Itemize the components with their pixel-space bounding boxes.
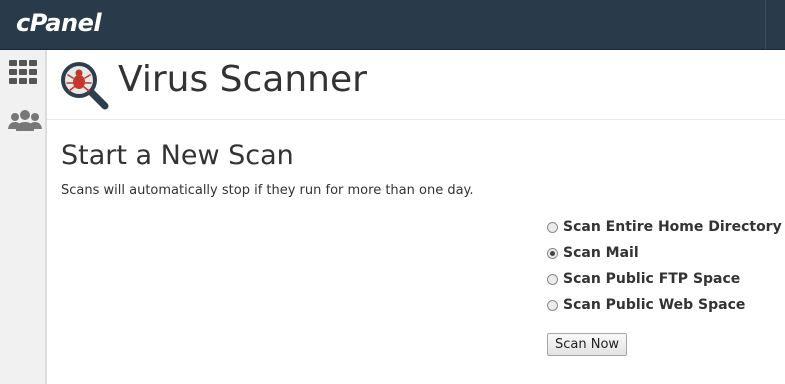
users-icon[interactable] — [8, 109, 42, 135]
option-label: Scan Mail — [563, 245, 639, 261]
option-label: Scan Entire Home Directory — [563, 219, 782, 235]
topbar-divider — [765, 0, 766, 49]
radio-public-web[interactable] — [547, 299, 558, 311]
scan-option-mail[interactable]: Scan Mail — [547, 240, 782, 266]
grid-icon[interactable] — [8, 59, 38, 85]
section-description: Scans will automatically stop if they ru… — [61, 183, 474, 198]
sidebar — [0, 50, 47, 384]
scan-option-public-web[interactable]: Scan Public Web Space — [547, 292, 782, 318]
virus-scanner-icon — [59, 60, 111, 112]
page-title: Virus Scanner — [118, 59, 367, 100]
scan-now-button[interactable]: Scan Now — [547, 333, 628, 356]
option-label: Scan Public FTP Space — [563, 271, 741, 287]
option-label: Scan Public Web Space — [563, 297, 746, 313]
radio-mail[interactable] — [547, 247, 558, 259]
section-heading: Start a New Scan — [61, 140, 294, 171]
scan-options: Scan Entire Home Directory Scan Mail Sca… — [547, 214, 782, 318]
cpanel-logo[interactable]: cPanel — [16, 9, 102, 37]
radio-public-ftp[interactable] — [547, 273, 558, 285]
top-navigation-bar: cPanel — [0, 0, 785, 50]
page-header: Virus Scanner — [47, 50, 785, 120]
main-content: Virus Scanner Start a New Scan Scans wil… — [47, 50, 785, 384]
scan-option-public-ftp[interactable]: Scan Public FTP Space — [547, 266, 782, 292]
scan-option-home-directory[interactable]: Scan Entire Home Directory — [547, 214, 782, 240]
radio-home-directory[interactable] — [547, 221, 558, 233]
